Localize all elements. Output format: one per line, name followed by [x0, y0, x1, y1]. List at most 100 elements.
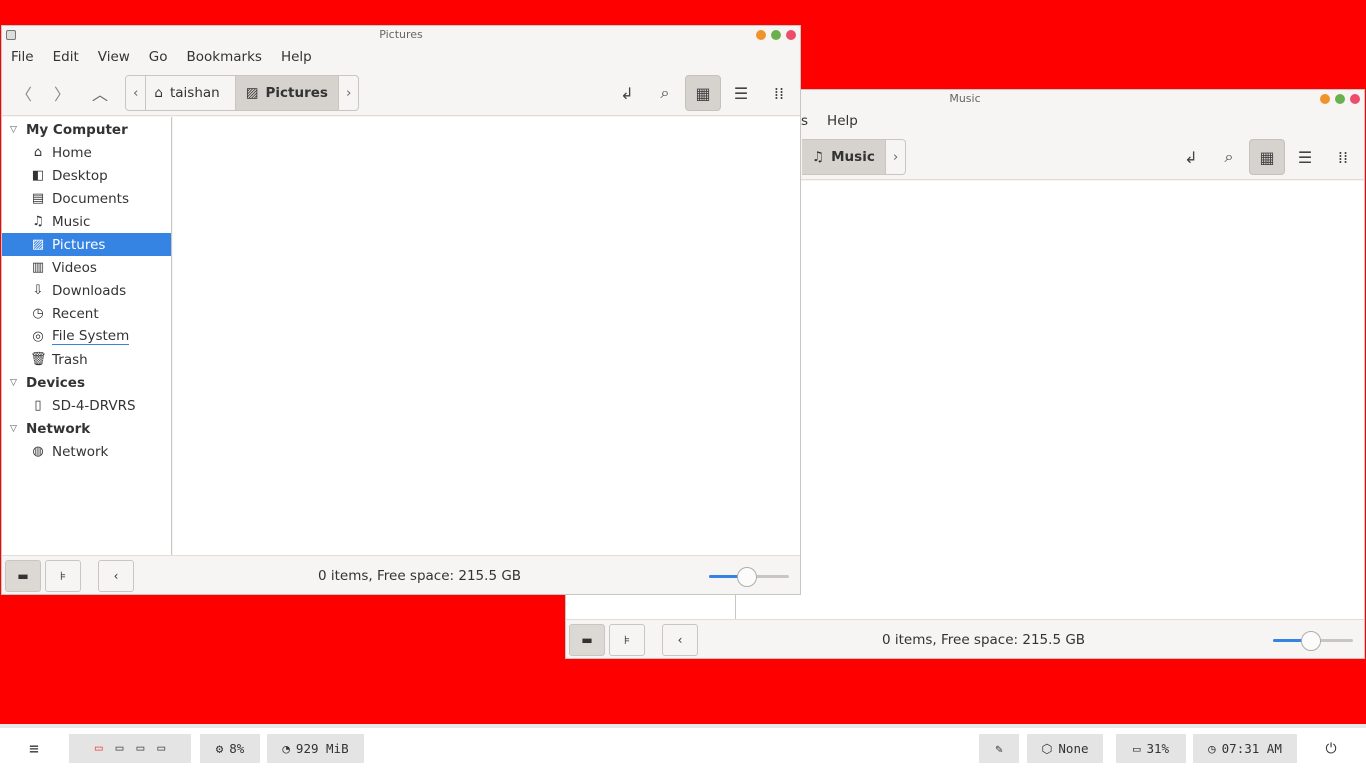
zoom-slider[interactable]	[709, 567, 789, 587]
workspace-4-icon[interactable]: ▭	[157, 741, 165, 756]
show-places-button[interactable]: ▬	[569, 624, 605, 656]
path-back-button[interactable]: ‹	[126, 76, 147, 110]
show-tree-button[interactable]: ⊧	[609, 624, 645, 656]
home-icon: ⌂	[154, 85, 163, 101]
close-button[interactable]	[786, 30, 796, 40]
sidebar-item-file-system[interactable]: ◎ File System	[2, 325, 171, 348]
sidebar-item-music[interactable]: ♫ Music	[2, 210, 171, 233]
menu-button[interactable]: ≡	[18, 734, 50, 763]
show-tree-button[interactable]: ⊧	[45, 560, 81, 592]
globe-icon: ◍	[32, 444, 44, 459]
sidebar-item-trash[interactable]: 🗑 Trash	[2, 348, 171, 371]
maximize-button[interactable]	[1335, 94, 1345, 104]
compact-icon: ⁞⁞	[1337, 147, 1349, 167]
pictures-window: Pictures File Edit View Go Bookmarks Hel…	[1, 25, 801, 595]
list-view-button[interactable]: ☰	[1287, 139, 1323, 175]
hide-sidebar-button[interactable]: ‹	[98, 560, 134, 592]
window-title: Pictures	[379, 28, 423, 41]
section-network[interactable]: ▽ Network	[2, 417, 171, 440]
forward-button[interactable]: 〉	[44, 75, 80, 111]
path-segment-pictures[interactable]: ▨ Pictures	[235, 76, 339, 110]
grid-icon: ▦	[695, 83, 711, 103]
pictures-statusbar: ▬ ⊧ ‹ 0 items, Free space: 215.5 GB	[2, 555, 800, 594]
tree-icon: ⊧	[623, 633, 631, 647]
menu-edit[interactable]: Edit	[53, 49, 79, 65]
sidebar-item-network[interactable]: ◍ Network	[2, 440, 171, 463]
workspace-3-icon[interactable]: ▭	[137, 741, 145, 756]
search-icon: ⌕	[1224, 147, 1234, 166]
window-title: Music	[949, 92, 981, 105]
clock-widget[interactable]: ◷ 07:31 AM	[1193, 734, 1297, 763]
clock-icon: ◷	[32, 306, 44, 321]
minimize-button[interactable]	[1320, 94, 1330, 104]
folder-icon: ▬	[17, 569, 29, 583]
battery-widget[interactable]: ▭ 31%	[1116, 734, 1186, 763]
list-view-button[interactable]: ☰	[723, 75, 759, 111]
home-icon: ⌂	[33, 145, 43, 160]
zoom-slider[interactable]	[1273, 631, 1353, 651]
menubar: File Edit View Go Bookmarks Help	[2, 44, 800, 70]
notes-widget[interactable]: ✎	[979, 734, 1019, 763]
sidebar-item-desktop[interactable]: ◧ Desktop	[2, 164, 171, 187]
cpu-widget[interactable]: ⚙ 8%	[200, 734, 260, 763]
folder-icon: ▬	[581, 633, 593, 647]
maximize-button[interactable]	[771, 30, 781, 40]
sidebar-item-documents[interactable]: ▤ Documents	[2, 187, 171, 210]
close-button[interactable]	[1350, 94, 1360, 104]
path-segment-home[interactable]: ⌂ taishan	[146, 76, 236, 110]
compact-view-button[interactable]: ⁞⁞	[1325, 139, 1361, 175]
network-widget[interactable]: ⬡ None	[1027, 734, 1103, 763]
path-forward-button[interactable]: ›	[886, 140, 905, 174]
zoom-slider-knob[interactable]	[1301, 631, 1321, 651]
open-terminal-button[interactable]: ↲	[609, 75, 645, 111]
icon-view-button[interactable]: ▦	[685, 75, 721, 111]
pictures-toolbar: 〈 〉 ︿ ‹ ⌂ taishan ▨ Pictures › ↲ ⌕ ▦ ☰ ⁞…	[2, 70, 800, 116]
icon-view-button[interactable]: ▦	[1249, 139, 1285, 175]
menu-bookmarks[interactable]: Bookmarks	[187, 49, 262, 65]
up-button[interactable]: ︿	[82, 75, 118, 111]
section-devices[interactable]: ▽ Devices	[2, 371, 171, 394]
pictures-file-area[interactable]	[173, 117, 800, 555]
status-text: 0 items, Free space: 215.5 GB	[882, 632, 1086, 648]
sidebar-icon: ‹	[677, 633, 683, 647]
path-forward-button[interactable]: ›	[339, 76, 358, 110]
power-button[interactable]: ⏻	[1316, 734, 1346, 763]
music-icon: ♫	[32, 214, 44, 229]
workspace-2-icon[interactable]: ▭	[116, 741, 124, 756]
pictures-titlebar[interactable]: Pictures	[2, 26, 800, 44]
menu-go[interactable]: Go	[149, 49, 168, 65]
path-segment-music[interactable]: ♫ Music	[802, 140, 886, 174]
back-button[interactable]: 〈	[6, 75, 42, 111]
package-icon: ⬡	[1041, 741, 1053, 756]
zoom-slider-knob[interactable]	[737, 567, 757, 587]
open-terminal-button[interactable]: ↲	[1173, 139, 1209, 175]
sidebar-item-pictures[interactable]: ▨ Pictures	[2, 233, 171, 256]
search-button[interactable]: ⌕	[1211, 139, 1247, 175]
places-sidebar: ▽ My Computer ⌂ Home ◧ Desktop ▤ Documents …	[2, 117, 172, 555]
menu-help[interactable]: Help	[827, 113, 858, 129]
sidebar-item-sd-card[interactable]: ▯ SD-4-DRVRS	[2, 394, 171, 417]
workspace-1-icon[interactable]: ▭	[95, 741, 103, 756]
download-icon: ⇩	[32, 283, 44, 298]
menu-file[interactable]: File	[11, 49, 34, 65]
music-icon: ♫	[812, 149, 825, 165]
sidebar-item-recent[interactable]: ◷ Recent	[2, 302, 171, 325]
sidebar-item-videos[interactable]: ▥ Videos	[2, 256, 171, 279]
sidebar-item-downloads[interactable]: ⇩ Downloads	[2, 279, 171, 302]
menu-help[interactable]: Help	[281, 49, 312, 65]
menu-view[interactable]: View	[98, 49, 130, 65]
taskbar: ≡ ▭ ▭ ▭ ▭ ⚙ 8% ◔ 929 MiB ✎ ⬡ None ▭ 31% …	[0, 724, 1366, 768]
search-button[interactable]: ⌕	[647, 75, 683, 111]
tree-icon: ⊧	[59, 569, 67, 583]
power-icon: ⏻	[1325, 740, 1337, 757]
compact-view-button[interactable]: ⁞⁞	[761, 75, 797, 111]
chevron-down-icon: ▽	[10, 423, 17, 434]
show-places-button[interactable]: ▬	[5, 560, 41, 592]
hide-sidebar-button[interactable]: ‹	[662, 624, 698, 656]
search-icon: ⌕	[660, 83, 670, 102]
sidebar-item-home[interactable]: ⌂ Home	[2, 141, 171, 164]
memory-widget[interactable]: ◔ 929 MiB	[267, 734, 364, 763]
menu-bookmarks-partial[interactable]: s	[801, 113, 808, 129]
minimize-button[interactable]	[756, 30, 766, 40]
section-my-computer[interactable]: ▽ My Computer	[2, 118, 171, 141]
